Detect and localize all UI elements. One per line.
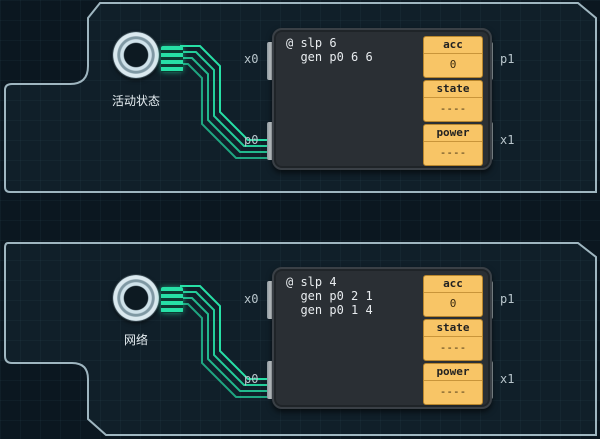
register-value: ---- (439, 341, 467, 354)
register-state: state ---- (423, 319, 483, 361)
register-value: ---- (439, 146, 467, 159)
register-name: power (424, 125, 482, 142)
register-state: state ---- (423, 80, 483, 122)
register-name: state (424, 81, 482, 98)
sensor-label: 活动状态 (111, 94, 160, 108)
sensor-icon[interactable] (113, 275, 159, 321)
microcontroller[interactable]: @ slp 6 gen p0 6 6 acc 0 state ---- powe… (272, 28, 492, 170)
register-name: acc (424, 37, 482, 54)
register-acc: acc 0 (423, 275, 483, 317)
pin-label-p0: p0 (244, 133, 259, 147)
register-value: 0 (449, 58, 457, 71)
register-name: power (424, 364, 482, 381)
pin-label-x1: x1 (500, 372, 515, 386)
register-value: ---- (439, 385, 467, 398)
circuit-panel-2: 网络 x0 p0 p1 x1 @ slp 4 gen p0 2 1 gen p0… (0, 239, 600, 439)
register-power: power ---- (423, 124, 483, 166)
pin-label-p0: p0 (244, 372, 259, 386)
circuit-panel-1: 活动状态 x0 p0 p1 x1 @ slp 6 gen p0 6 6 acc … (0, 0, 600, 200)
sensor-connector (161, 46, 183, 72)
code-editor[interactable]: @ slp 6 gen p0 6 6 (286, 36, 416, 64)
sensor-label: 网络 (123, 333, 148, 347)
pin-label-x0: x0 (244, 52, 259, 66)
register-value: 0 (449, 297, 457, 310)
pin-label-p1: p1 (500, 52, 515, 66)
register-acc: acc 0 (423, 36, 483, 78)
register-value: ---- (439, 102, 467, 115)
pin-label-x1: x1 (500, 133, 515, 147)
register-name: acc (424, 276, 482, 293)
register-power: power ---- (423, 363, 483, 405)
code-editor[interactable]: @ slp 4 gen p0 2 1 gen p0 1 4 (286, 275, 416, 317)
sensor-icon[interactable] (113, 32, 159, 78)
sensor-connector (161, 287, 183, 313)
microcontroller[interactable]: @ slp 4 gen p0 2 1 gen p0 1 4 acc 0 stat… (272, 267, 492, 409)
pin-label-x0: x0 (244, 292, 259, 306)
pin-label-p1: p1 (500, 292, 515, 306)
register-name: state (424, 320, 482, 337)
